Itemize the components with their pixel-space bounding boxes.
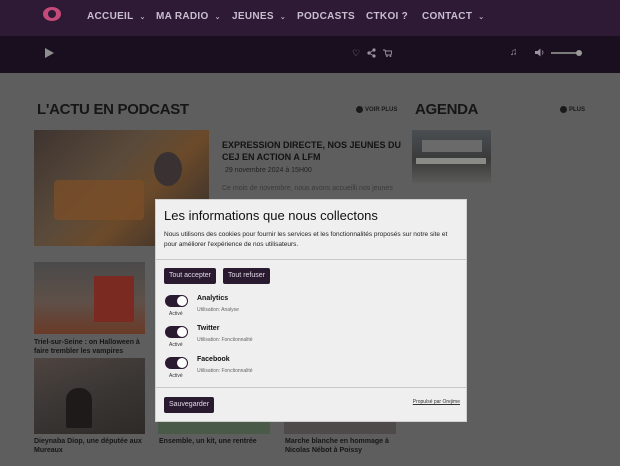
- facebook-usage: Utilisation: Fonctionnalité: [197, 368, 253, 374]
- facebook-toggle[interactable]: [165, 357, 188, 369]
- podcast-thumbnail[interactable]: [34, 358, 145, 434]
- powered-by-link[interactable]: Propulsé par Orejime: [413, 399, 460, 405]
- nav-item-contact[interactable]: CONTACT ⌄: [422, 11, 484, 22]
- divider: [156, 387, 466, 388]
- plus-circle-icon: [356, 106, 363, 113]
- save-button[interactable]: Sauvegarder: [164, 397, 214, 413]
- podcast-thumbnail[interactable]: [158, 420, 270, 434]
- analytics-usage: Utilisation: Analyse: [197, 307, 239, 313]
- agenda-section-title: AGENDA: [415, 101, 479, 118]
- podcast-thumbnail[interactable]: [284, 420, 396, 434]
- nav-item-ctkoi[interactable]: CTKOI ?: [366, 11, 408, 22]
- nav-item-podcasts[interactable]: PODCASTS: [297, 11, 355, 22]
- cart-icon[interactable]: [383, 49, 392, 57]
- play-icon[interactable]: [45, 48, 54, 58]
- share-icon[interactable]: [367, 48, 376, 58]
- accept-all-button[interactable]: Tout accepter: [164, 268, 216, 284]
- music-note-icon[interactable]: ♫: [510, 48, 518, 58]
- cookie-modal-title: Les informations que nous collectons: [164, 208, 378, 223]
- volume-icon[interactable]: [535, 48, 546, 57]
- twitter-usage: Utilisation: Fonctionnalité: [197, 337, 253, 343]
- podcast-caption[interactable]: Ensemble, un kit, une rentrée: [159, 437, 271, 446]
- radio-player-bar: [0, 36, 620, 73]
- featured-podcast-headline[interactable]: EXPRESSION DIRECTE, NOS JEUNES DU CEJ EN…: [222, 139, 402, 163]
- twitter-service-name: Twitter: [197, 325, 220, 332]
- twitter-state-label: Activé: [169, 342, 183, 348]
- facebook-service-name: Facebook: [197, 356, 230, 363]
- chevron-down-icon: ⌄: [478, 14, 485, 21]
- analytics-state-label: Activé: [169, 311, 183, 317]
- nav-item-accueil[interactable]: ACCUEIL ⌄: [87, 11, 146, 22]
- agenda-plus-link[interactable]: PLUS: [560, 106, 585, 113]
- facebook-state-label: Activé: [169, 373, 183, 379]
- heart-icon[interactable]: ♡: [352, 49, 360, 58]
- featured-podcast-date: 29 novembre 2024 à 15H00: [225, 167, 312, 174]
- volume-slider-knob[interactable]: [576, 50, 582, 56]
- podcast-caption[interactable]: Marche blanche en hommage à Nicolas Nébo…: [285, 437, 397, 455]
- site-logo[interactable]: [43, 7, 61, 21]
- podcast-caption[interactable]: Dieynaba Diop, une députée aux Mureaux: [34, 437, 146, 455]
- analytics-service-name: Analytics: [197, 295, 229, 302]
- chevron-down-icon: ⌄: [214, 14, 221, 21]
- analytics-toggle[interactable]: [165, 295, 188, 307]
- chevron-down-icon: ⌄: [279, 14, 286, 21]
- nav-item-jeunes[interactable]: JEUNES ⌄: [232, 11, 286, 22]
- voir-plus-link[interactable]: VOIR PLUS: [356, 106, 397, 113]
- podcast-section-title: L'ACTU EN PODCAST: [37, 101, 189, 118]
- divider: [156, 259, 466, 260]
- podcast-caption[interactable]: Triel-sur-Seine : on Halloween à faire t…: [34, 338, 146, 356]
- plus-circle-icon: [560, 106, 567, 113]
- featured-podcast-excerpt: Ce mois de novembre, nous avons accueill…: [222, 185, 393, 192]
- podcast-thumbnail[interactable]: [34, 262, 145, 334]
- chevron-down-icon: ⌄: [139, 14, 146, 21]
- nav-item-ma-radio[interactable]: MA RADIO ⌄: [156, 11, 221, 22]
- twitter-toggle[interactable]: [165, 326, 188, 338]
- refuse-all-button[interactable]: Tout refuser: [223, 268, 270, 284]
- agenda-image[interactable]: [412, 130, 491, 183]
- cookie-consent-modal: Les informations que nous collectons Nou…: [155, 199, 467, 422]
- cookie-modal-description: Nous utilisons des cookies pour fournir …: [164, 231, 448, 248]
